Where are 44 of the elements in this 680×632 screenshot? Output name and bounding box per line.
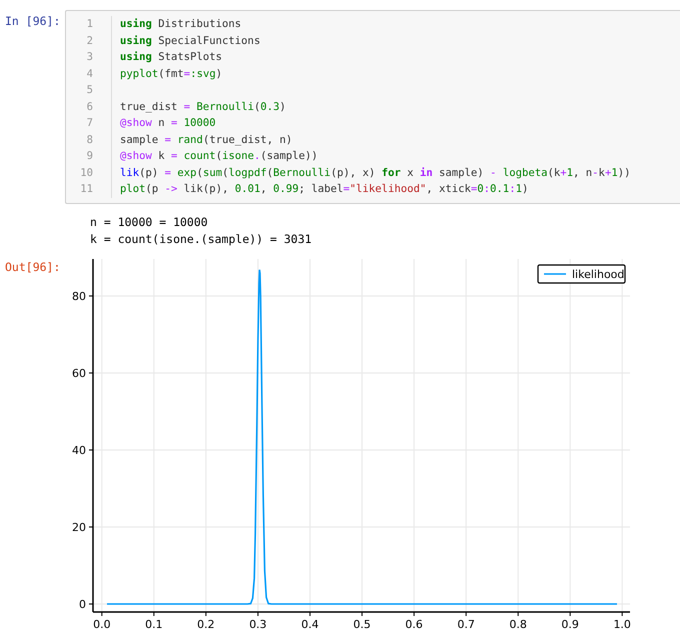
code-line: lik(p) = exp(sum(logpdf(Bernoulli(p), x) for x in sample) - logbeta(k+1, n-k+1))	[120, 166, 630, 180]
x-tick-label: 0.6	[405, 618, 423, 630]
code-cell[interactable]	[65, 10, 680, 204]
line-number: 4	[86, 66, 94, 82]
y-tick-label: 80	[72, 289, 86, 302]
code-line: true_dist = Bernoulli(0.3)	[120, 100, 287, 114]
y-tick-label: 60	[72, 366, 86, 380]
code-line: sample = rand(true_dist, n)	[120, 132, 294, 148]
x-tick-label: 0.5	[353, 618, 371, 630]
line-number: 3	[86, 50, 94, 65]
line-number: 9	[86, 149, 94, 164]
code-line: pyplot(fmt=:svg)	[120, 66, 224, 82]
line-number: 6	[86, 100, 94, 114]
legend-label: likelihood	[572, 268, 624, 280]
line-number: 10	[79, 166, 94, 180]
output-prompt: Out[96]:	[5, 260, 60, 274]
output-line: k = count(isone.(sample)) = 3031	[90, 230, 313, 248]
line-number: 8	[86, 132, 94, 148]
x-tick-label: 0.1	[145, 618, 163, 630]
line-number: 2	[86, 34, 94, 48]
y-tick-label: 0	[79, 598, 86, 610]
y-tick-label: 20	[72, 520, 86, 534]
y-tick-label: 40	[72, 443, 86, 456]
code-line: @show k = count(isone.(sample))	[120, 149, 319, 164]
x-tick-label: 0.2	[197, 618, 215, 630]
x-tick-label: 1.0	[613, 618, 631, 630]
code-line: using StatsPlots	[120, 50, 224, 65]
code-line: using SpecialFunctions	[120, 34, 262, 48]
code-line: plot(p -> lik(p), 0.01, 0.99; label="likelihood", xtick=0:0.1:1)	[120, 182, 530, 197]
legend: likelihood	[537, 264, 626, 284]
x-tick-label: 0.0	[93, 618, 111, 630]
x-tick-label: 0.3	[249, 618, 267, 630]
input-prompt: In [96]:	[5, 14, 60, 28]
code-line: using Distributions	[120, 17, 242, 32]
line-number: 5	[86, 83, 94, 98]
line-number: 1	[86, 17, 94, 32]
x-tick-label: 0.4	[301, 618, 319, 630]
code-line: @show n = 10000	[120, 116, 217, 131]
output-line: n = 10000 = 10000	[90, 214, 209, 230]
x-tick-label: 0.7	[457, 618, 475, 630]
line-number: 7	[86, 116, 94, 131]
line-number: 11	[79, 182, 94, 197]
x-tick-label: 0.9	[561, 618, 579, 630]
x-tick-label: 0.8	[509, 618, 527, 630]
